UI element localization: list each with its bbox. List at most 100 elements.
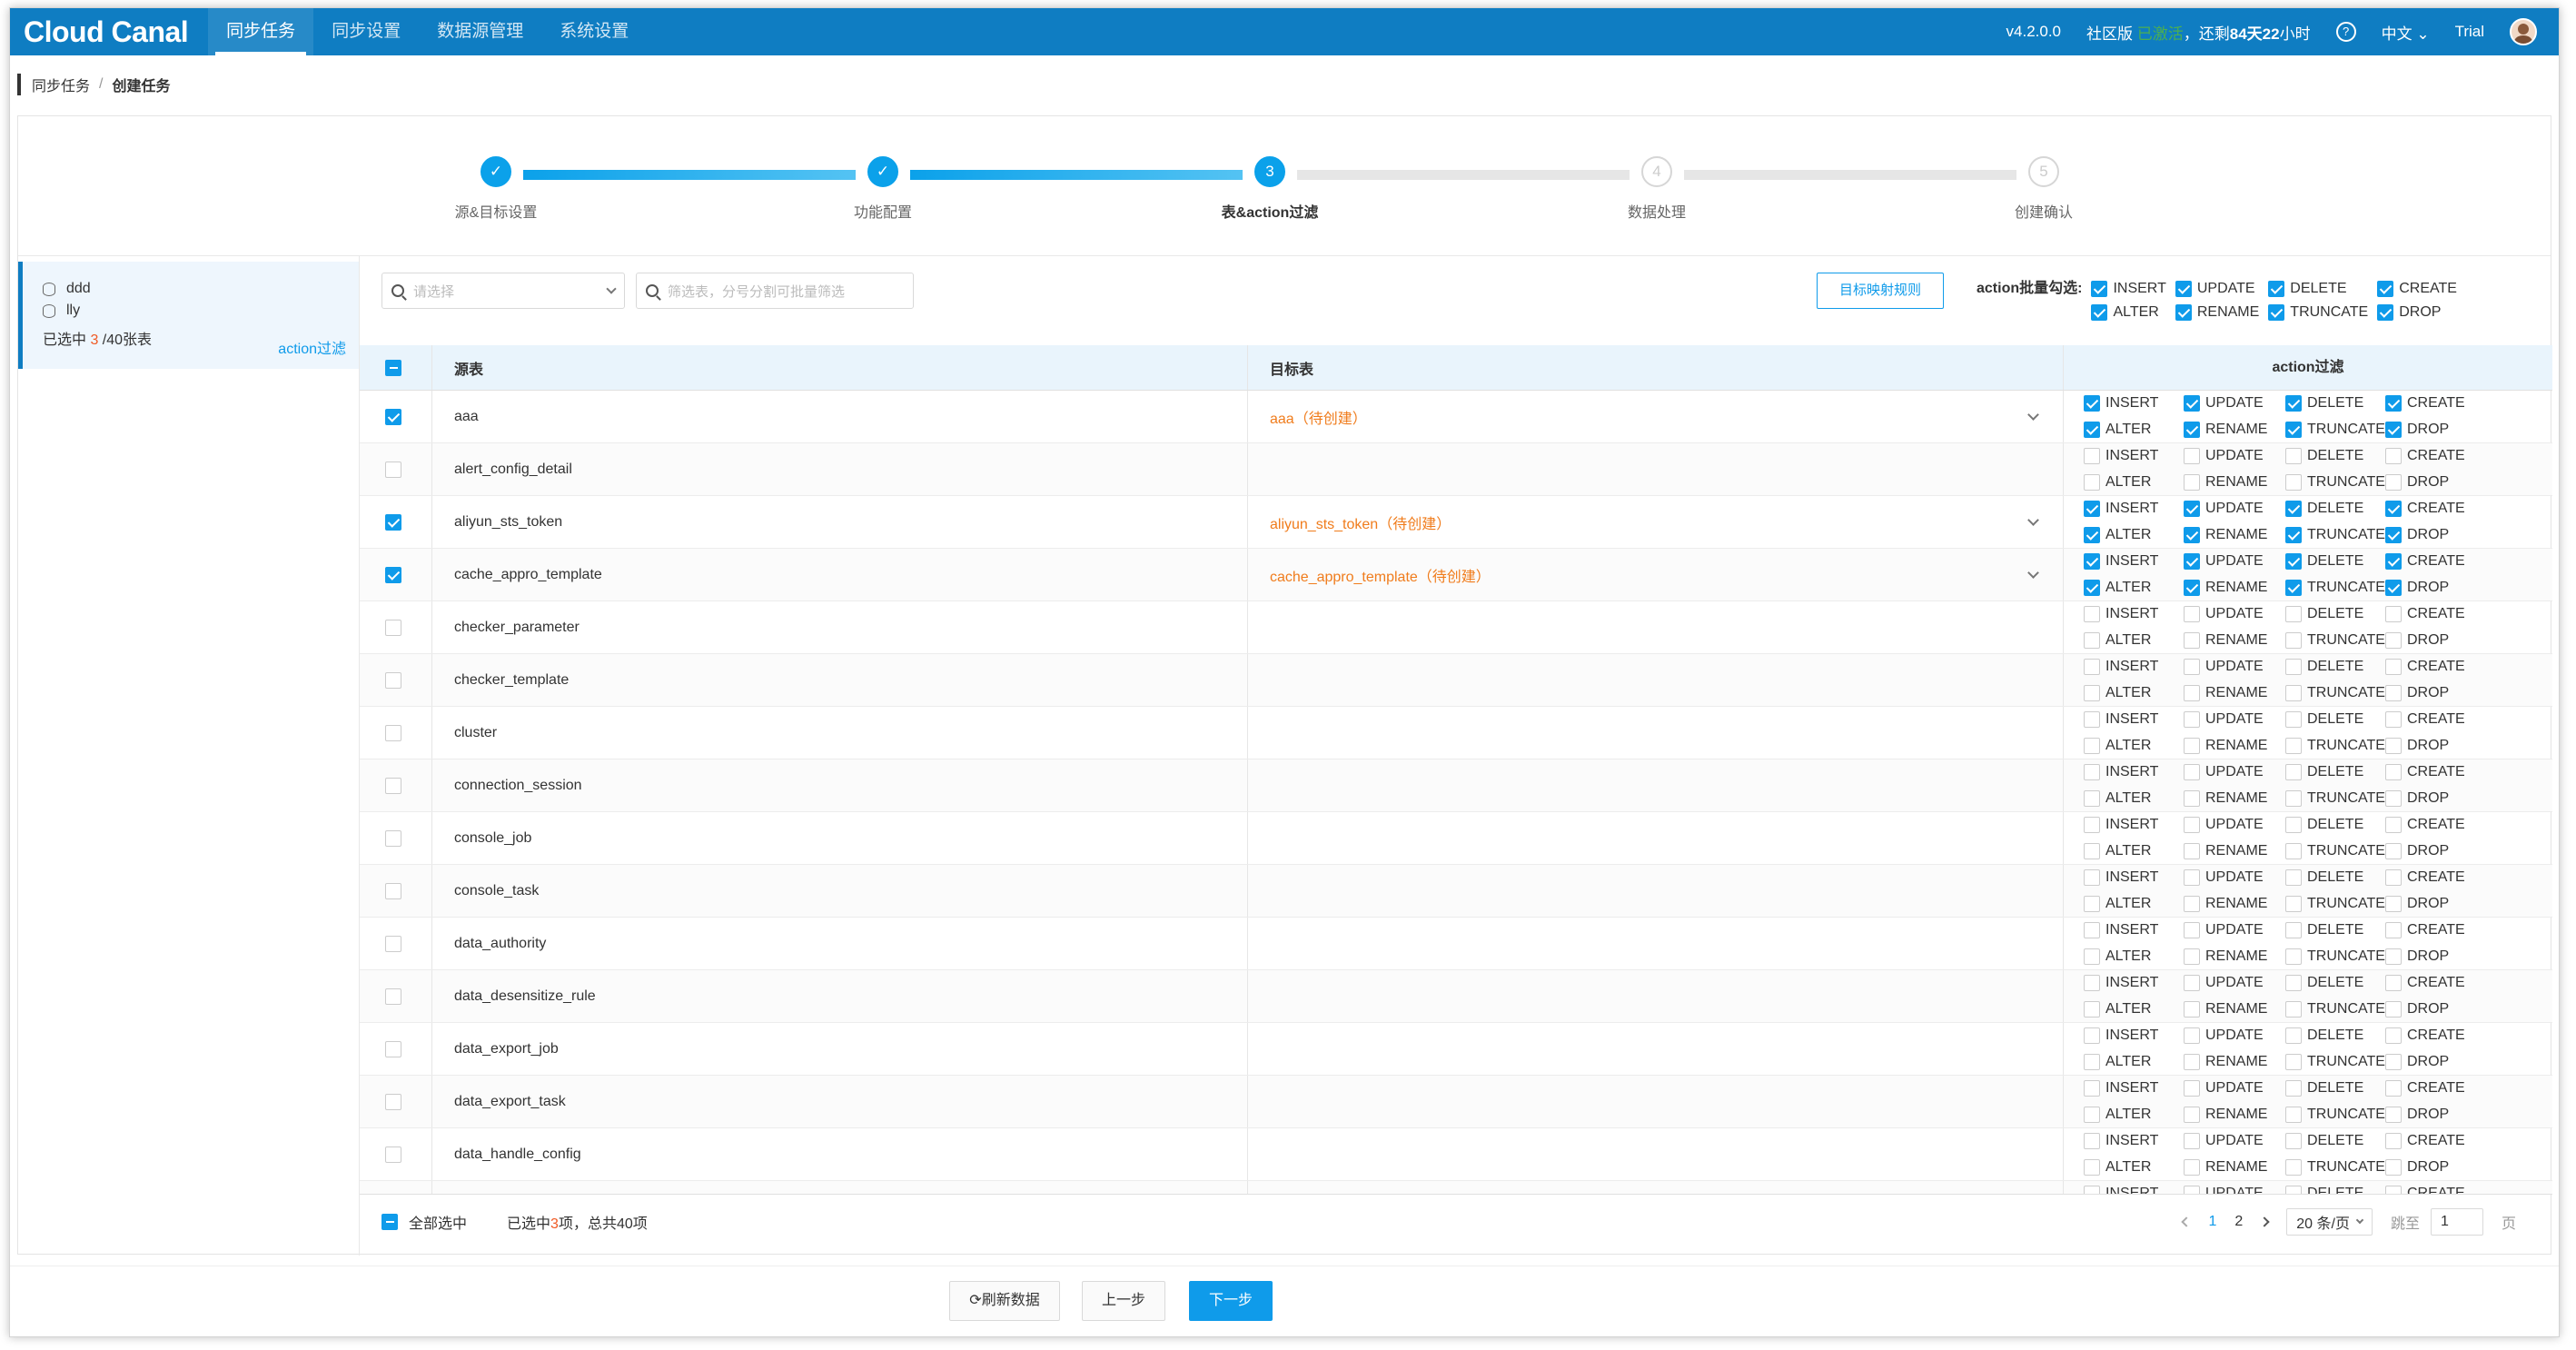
action-rename-option[interactable]: RENAME bbox=[2184, 734, 2285, 757]
batch-alter-option[interactable]: ALTER bbox=[2091, 302, 2165, 323]
action-create-option[interactable]: CREATE bbox=[2385, 866, 2485, 888]
chevron-down-icon[interactable] bbox=[2027, 409, 2039, 421]
action-update-option[interactable]: UPDATE bbox=[2184, 866, 2285, 888]
action-rename-option[interactable]: RENAME bbox=[2184, 576, 2285, 599]
checkbox[interactable] bbox=[2084, 1185, 2100, 1194]
checkbox[interactable] bbox=[2385, 552, 2402, 570]
checkbox[interactable] bbox=[2084, 658, 2100, 675]
action-insert-option[interactable]: INSERT bbox=[2084, 708, 2184, 730]
checkbox[interactable] bbox=[2285, 658, 2302, 675]
row-checkbox[interactable] bbox=[384, 1146, 401, 1163]
checkbox[interactable] bbox=[2385, 631, 2402, 649]
action-truncate-option[interactable]: TRUNCATE bbox=[2285, 998, 2385, 1020]
checkbox[interactable] bbox=[2184, 895, 2200, 912]
checkbox[interactable] bbox=[2084, 631, 2100, 649]
checkbox[interactable] bbox=[2285, 710, 2302, 728]
checkbox[interactable] bbox=[2385, 1132, 2402, 1149]
breadcrumb-parent[interactable]: 同步任务 bbox=[32, 74, 90, 95]
action-drop-option[interactable]: DROP bbox=[2385, 892, 2485, 915]
refresh-button[interactable]: ⟳刷新数据 bbox=[949, 1281, 1060, 1321]
action-update-option[interactable]: UPDATE bbox=[2184, 497, 2285, 520]
action-rename-option[interactable]: RENAME bbox=[2184, 471, 2285, 493]
checkbox[interactable] bbox=[2084, 789, 2100, 807]
action-insert-option[interactable]: INSERT bbox=[2084, 760, 2184, 783]
checkbox[interactable] bbox=[2184, 579, 2200, 596]
row-checkbox[interactable] bbox=[384, 513, 401, 531]
action-update-option[interactable]: UPDATE bbox=[2184, 602, 2285, 625]
action-drop-option[interactable]: DROP bbox=[2385, 523, 2485, 546]
action-truncate-option[interactable]: TRUNCATE bbox=[2285, 1103, 2385, 1126]
checkbox[interactable] bbox=[2285, 816, 2302, 833]
checkbox[interactable] bbox=[2385, 948, 2402, 965]
checkbox[interactable] bbox=[2184, 605, 2200, 622]
checkbox[interactable] bbox=[2184, 1132, 2200, 1149]
batch-drop-option[interactable]: DROP bbox=[2377, 302, 2457, 323]
checkbox[interactable] bbox=[2385, 895, 2402, 912]
checkbox[interactable] bbox=[2184, 789, 2200, 807]
checkbox[interactable] bbox=[2285, 552, 2302, 570]
checkbox[interactable] bbox=[2084, 1079, 2100, 1097]
chevron-down-icon[interactable] bbox=[2027, 567, 2039, 579]
action-drop-option[interactable]: DROP bbox=[2385, 1103, 2485, 1126]
jump-input[interactable]: 1 bbox=[2430, 1208, 2483, 1236]
action-insert-option[interactable]: INSERT bbox=[2084, 602, 2184, 625]
row-checkbox[interactable] bbox=[384, 408, 401, 425]
prev-step-button[interactable]: 上一步 bbox=[1082, 1281, 1165, 1321]
checkbox[interactable] bbox=[2385, 684, 2402, 701]
row-checkbox[interactable] bbox=[384, 882, 401, 899]
checkbox[interactable] bbox=[2285, 500, 2302, 517]
action-update-option[interactable]: UPDATE bbox=[2184, 918, 2285, 941]
checkbox[interactable] bbox=[2385, 579, 2402, 596]
action-rename-option[interactable]: RENAME bbox=[2184, 681, 2285, 704]
checkbox[interactable] bbox=[2184, 1079, 2200, 1097]
checkbox[interactable] bbox=[2184, 1053, 2200, 1070]
action-update-option[interactable]: UPDATE bbox=[2184, 1129, 2285, 1152]
action-insert-option[interactable]: INSERT bbox=[2084, 1077, 2184, 1099]
checkbox[interactable] bbox=[2385, 710, 2402, 728]
action-rename-option[interactable]: RENAME bbox=[2184, 1050, 2285, 1073]
checkbox[interactable] bbox=[2084, 737, 2100, 754]
action-delete-option[interactable]: DELETE bbox=[2285, 392, 2385, 414]
action-alter-option[interactable]: ALTER bbox=[2084, 681, 2184, 704]
checkbox[interactable] bbox=[2184, 1158, 2200, 1176]
action-insert-option[interactable]: INSERT bbox=[2084, 444, 2184, 467]
action-update-option[interactable]: UPDATE bbox=[2184, 1077, 2285, 1099]
action-insert-option[interactable]: INSERT bbox=[2084, 1024, 2184, 1047]
checkbox[interactable] bbox=[2385, 658, 2402, 675]
action-drop-option[interactable]: DROP bbox=[2385, 945, 2485, 968]
row-checkbox[interactable] bbox=[384, 829, 401, 847]
action-update-option[interactable]: UPDATE bbox=[2184, 1024, 2285, 1047]
row-checkbox[interactable] bbox=[384, 671, 401, 689]
action-truncate-option[interactable]: TRUNCATE bbox=[2285, 523, 2385, 546]
checkbox[interactable] bbox=[2285, 473, 2302, 491]
checkbox[interactable] bbox=[2184, 552, 2200, 570]
checkbox[interactable] bbox=[2385, 1079, 2402, 1097]
checkbox[interactable] bbox=[2385, 605, 2402, 622]
checkbox[interactable] bbox=[2285, 1185, 2302, 1194]
checkbox[interactable] bbox=[2285, 1000, 2302, 1017]
checkbox[interactable] bbox=[2285, 1158, 2302, 1176]
nav-datasource[interactable]: 数据源管理 bbox=[419, 8, 541, 55]
checkbox[interactable] bbox=[2285, 394, 2302, 412]
action-rename-option[interactable]: RENAME bbox=[2184, 892, 2285, 915]
action-delete-option[interactable]: DELETE bbox=[2285, 444, 2385, 467]
checkbox[interactable] bbox=[2184, 974, 2200, 991]
action-create-option[interactable]: CREATE bbox=[2385, 550, 2485, 572]
batch-delete-option[interactable]: DELETE bbox=[2268, 278, 2368, 300]
checkbox[interactable] bbox=[2385, 1185, 2402, 1194]
checkbox[interactable] bbox=[2285, 421, 2302, 438]
checkbox[interactable] bbox=[2385, 500, 2402, 517]
checkbox[interactable] bbox=[2285, 789, 2302, 807]
checkbox[interactable] bbox=[2385, 921, 2402, 938]
action-drop-option[interactable]: DROP bbox=[2385, 734, 2485, 757]
action-delete-option[interactable]: DELETE bbox=[2285, 497, 2385, 520]
action-alter-option[interactable]: ALTER bbox=[2084, 1103, 2184, 1126]
checkbox[interactable] bbox=[2184, 1000, 2200, 1017]
checkbox[interactable] bbox=[2285, 974, 2302, 991]
action-rename-option[interactable]: RENAME bbox=[2184, 1103, 2285, 1126]
checkbox[interactable] bbox=[2084, 473, 2100, 491]
checkbox[interactable] bbox=[2184, 842, 2200, 859]
row-checkbox[interactable] bbox=[384, 935, 401, 952]
action-create-option[interactable]: CREATE bbox=[2385, 444, 2485, 467]
next-page-icon[interactable] bbox=[2259, 1216, 2270, 1227]
